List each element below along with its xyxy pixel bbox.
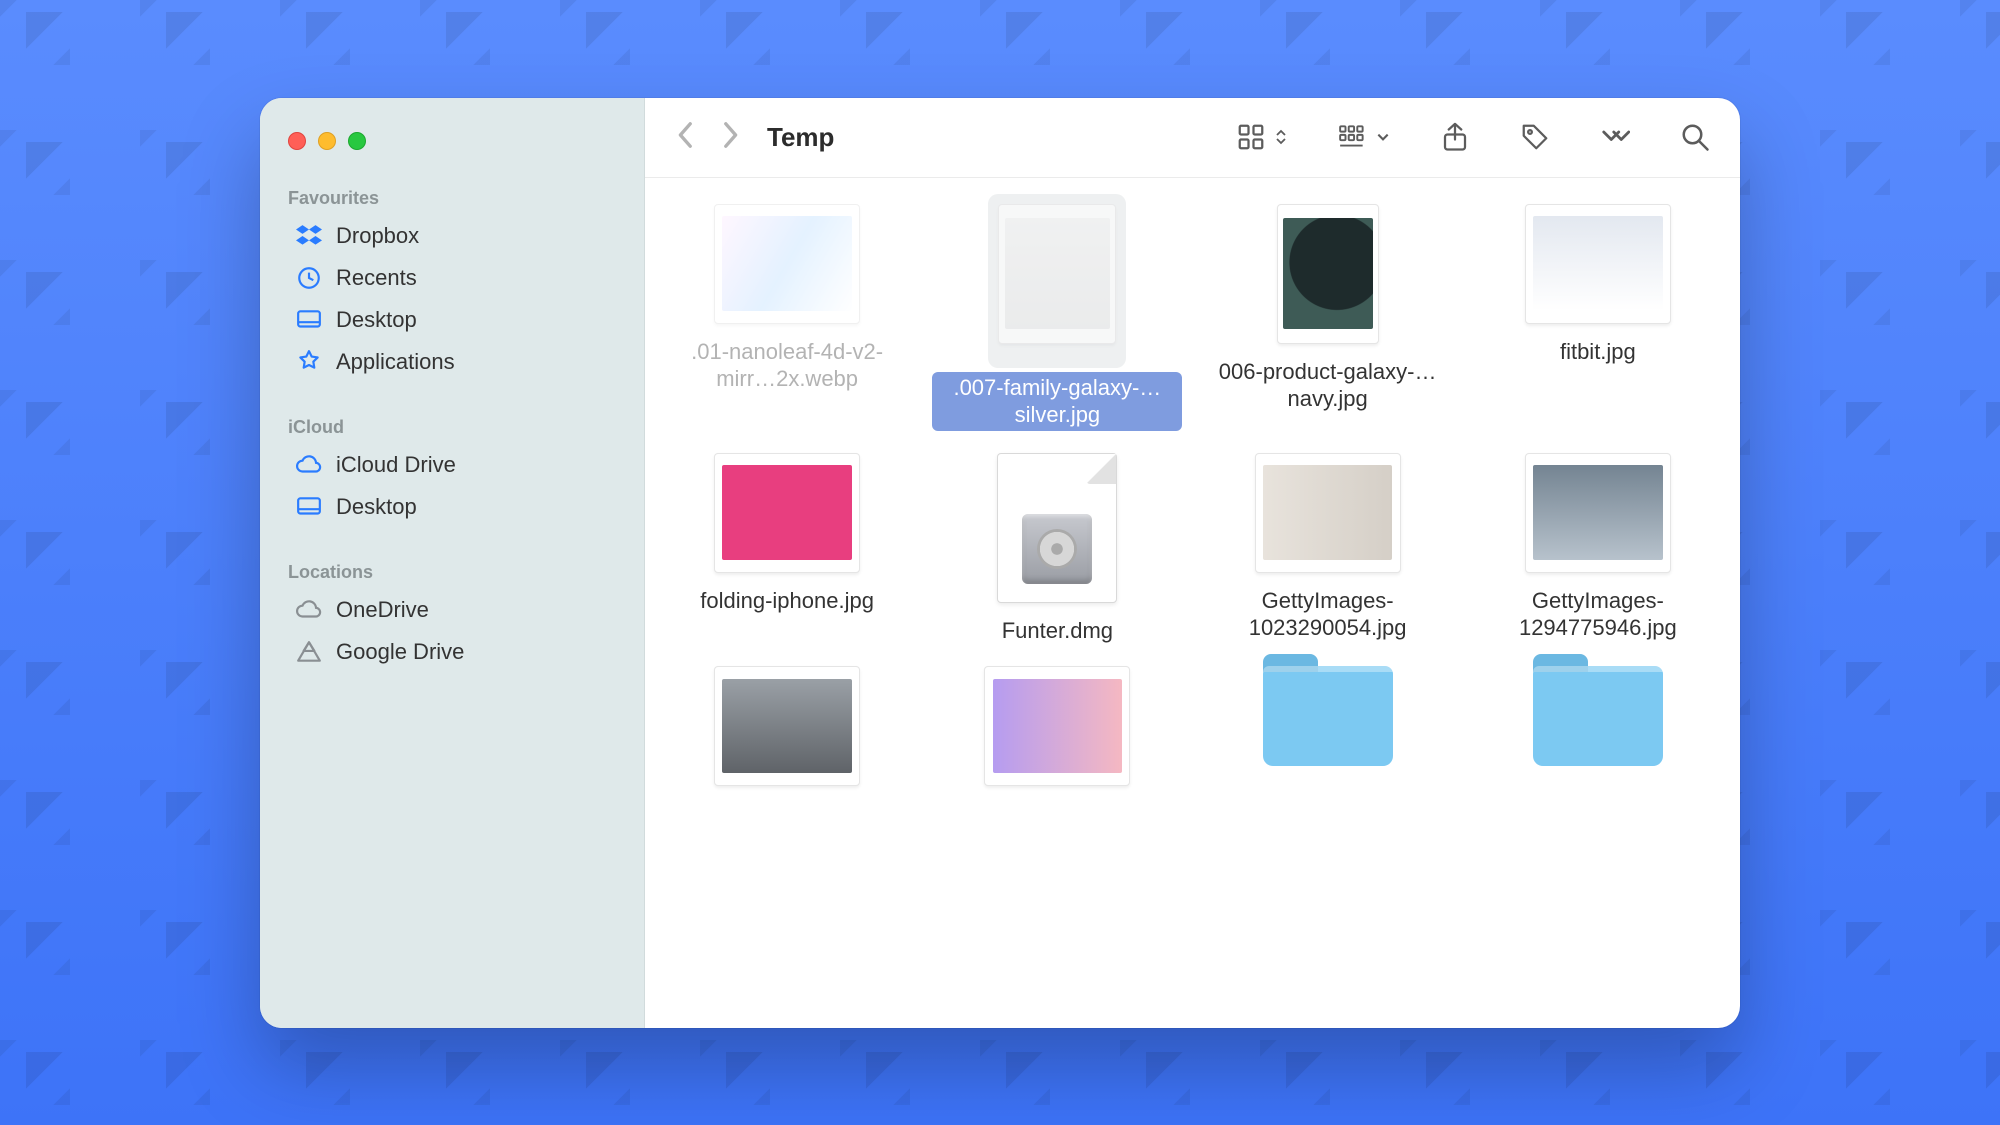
cloud-gray-icon [296,597,322,623]
tags-button[interactable] [1520,122,1550,152]
sidebar: Favourites Dropbox Recents Desktop Applicati… [260,98,645,1028]
file-item[interactable]: Funter.dmg [929,453,1185,645]
file-item[interactable]: GettyImages-1023290054.jpg [1200,453,1456,645]
gdrive-icon [296,639,322,665]
file-item[interactable] [1200,666,1456,800]
file-item[interactable]: GettyImages-1294775946.jpg [1470,453,1726,645]
file-name: fitbit.jpg [1560,338,1636,366]
sidebar-section-header: Favourites [260,178,644,215]
folder-icon [1263,666,1393,766]
sidebar-item-onedrive[interactable]: OneDrive [268,589,636,631]
toolbar: Temp [645,98,1740,178]
sidebar-item-label: iCloud Drive [336,452,456,478]
sidebar-item-label: Recents [336,265,417,291]
image-thumbnail [998,204,1116,344]
minimize-button[interactable] [318,132,336,150]
sidebar-section-header: Locations [260,552,644,589]
more-button[interactable] [1600,122,1630,152]
back-button[interactable] [675,121,697,154]
image-thumbnail [714,204,860,324]
sidebar-item-google-drive[interactable]: Google Drive [268,631,636,673]
sidebar-item-label: Dropbox [336,223,419,249]
file-item[interactable]: .007-family-galaxy-…silver.jpg [929,204,1185,431]
file-item[interactable]: .01-nanoleaf-4d-v2-mirr…2x.webp [659,204,915,431]
desktop-icon [296,307,322,333]
clock-icon [296,265,322,291]
file-item[interactable] [659,666,915,800]
sidebar-item-label: Desktop [336,307,417,333]
file-item[interactable] [1470,666,1726,800]
sidebar-item-label: Google Drive [336,639,464,665]
file-name: 006-product-galaxy-…navy.jpg [1203,358,1453,413]
sidebar-item-dropbox[interactable]: Dropbox [268,215,636,257]
dropbox-icon [296,223,322,249]
sidebar-item-desktop[interactable]: Desktop [268,299,636,341]
file-item[interactable]: 006-product-galaxy-…navy.jpg [1200,204,1456,431]
file-name: folding-iphone.jpg [700,587,874,615]
finder-window: Favourites Dropbox Recents Desktop Applicati… [260,98,1740,1028]
sidebar-item-label: Applications [336,349,455,375]
search-button[interactable] [1680,122,1710,152]
image-thumbnail [1525,204,1671,324]
image-thumbnail [1277,204,1379,344]
window-controls [260,126,644,178]
sidebar-item-label: Desktop [336,494,417,520]
image-thumbnail [1255,453,1401,573]
apps-icon [296,349,322,375]
view-mode-button[interactable] [1236,122,1288,152]
file-name: GettyImages-1023290054.jpg [1203,587,1453,642]
sidebar-item-recents[interactable]: Recents [268,257,636,299]
desktop-icon [296,494,322,520]
image-thumbnail [1525,453,1671,573]
sidebar-item-icloud-drive[interactable]: iCloud Drive [268,444,636,486]
share-button[interactable] [1440,122,1470,152]
image-thumbnail [714,453,860,573]
file-name: .01-nanoleaf-4d-v2-mirr…2x.webp [662,338,912,393]
close-button[interactable] [288,132,306,150]
file-item[interactable] [929,666,1185,800]
dmg-icon [997,453,1117,603]
file-grid-container: .01-nanoleaf-4d-v2-mirr…2x.webp .007-fami… [645,178,1740,1028]
sidebar-section-header: iCloud [260,407,644,444]
group-by-button[interactable] [1338,122,1390,152]
file-item[interactable]: fitbit.jpg [1470,204,1726,431]
image-thumbnail [714,666,860,786]
file-item[interactable]: folding-iphone.jpg [659,453,915,645]
folder-title: Temp [767,122,834,153]
sidebar-item-label: OneDrive [336,597,429,623]
sidebar-item-desktop[interactable]: Desktop [268,486,636,528]
desktop-backdrop: Favourites Dropbox Recents Desktop Applicati… [0,0,2000,1125]
cloud-icon [296,452,322,478]
image-thumbnail [984,666,1130,786]
maximize-button[interactable] [348,132,366,150]
folder-icon [1533,666,1663,766]
main-pane: Temp [645,98,1740,1028]
file-name: .007-family-galaxy-…silver.jpg [932,372,1182,431]
file-name: Funter.dmg [1002,617,1113,645]
sidebar-item-applications[interactable]: Applications [268,341,636,383]
forward-button[interactable] [719,121,741,154]
file-name: GettyImages-1294775946.jpg [1473,587,1723,642]
